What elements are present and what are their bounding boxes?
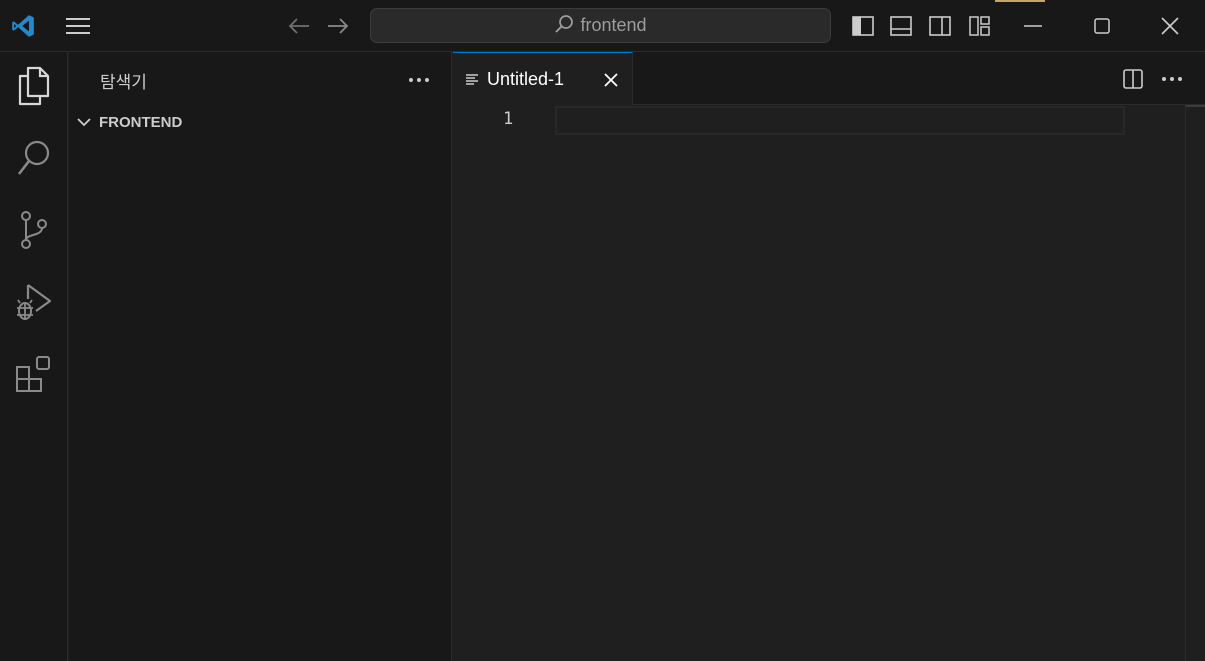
folder-row-frontend[interactable]: FRONTEND [69,110,452,134]
sidebar-title: 탐색기 [100,73,147,93]
current-line-highlight [555,106,1125,135]
layout-sidebar-right-icon[interactable] [926,13,954,39]
files-icon [16,66,52,110]
explorer-sidebar: 탐색기 FRONTEND [69,52,452,661]
minimize-icon[interactable] [1018,13,1048,39]
search-icon [16,139,52,181]
vscode-logo-icon [8,12,38,40]
command-center-label: frontend [580,15,647,35]
activity-search[interactable] [0,126,68,194]
line-number: 1 [503,109,514,129]
activity-bar [0,52,68,661]
search-icon [554,14,574,38]
ellipsis-icon[interactable] [405,68,433,92]
editor-area: Untitled-1 1 [453,52,1205,661]
vertical-scrollbar[interactable] [1185,105,1205,661]
command-center-search[interactable]: frontend [370,8,831,43]
close-icon[interactable] [601,70,621,90]
scrollbar-marker [1186,105,1205,107]
title-bar: frontend [0,0,1205,52]
extensions-icon [15,355,53,397]
title-bar-accent [995,0,1045,2]
tab-label: Untitled-1 [487,69,565,89]
layout-sidebar-left-icon[interactable] [849,13,877,39]
run-debug-icon [14,282,54,326]
split-editor-icon[interactable] [1119,66,1147,92]
text-file-icon [453,73,487,87]
tab-untitled-1[interactable]: Untitled-1 [453,52,633,106]
activity-source-control[interactable] [0,198,68,266]
source-control-icon [18,210,50,254]
maximize-icon[interactable] [1087,13,1117,39]
editor-tab-bar: Untitled-1 [453,52,1205,106]
editor-text-area[interactable]: 1 [453,105,1205,661]
arrow-right-icon[interactable] [323,12,353,40]
ellipsis-icon[interactable] [1158,66,1186,92]
activity-extensions[interactable] [0,342,68,410]
layout-panel-icon[interactable] [887,13,915,39]
activity-explorer[interactable] [0,54,68,122]
chevron-down-icon [69,117,99,127]
layout-customize-icon[interactable] [966,13,994,39]
hamburger-menu-icon[interactable] [62,12,94,40]
arrow-left-icon[interactable] [284,12,314,40]
activity-run-debug[interactable] [0,270,68,338]
close-icon[interactable] [1155,13,1185,39]
folder-name: FRONTEND [99,113,183,131]
